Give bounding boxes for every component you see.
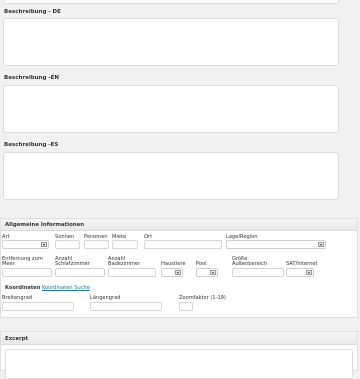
description-es-textarea[interactable]	[3, 152, 339, 200]
coordinates-label: Koordinaten	[5, 285, 41, 291]
description-de-label: Beschreibung - DE	[4, 9, 61, 15]
zoom-label: Zoomfaktor (1-19)	[179, 295, 226, 301]
general-info-panel: Allgemeine Informationen Art Sonnen Pers…	[0, 218, 358, 318]
description-en-textarea[interactable]	[3, 85, 339, 133]
pool-select[interactable]	[196, 268, 218, 277]
lage-select[interactable]	[226, 240, 326, 249]
haustiere-select[interactable]	[161, 268, 183, 277]
badezimmer-input[interactable]	[108, 268, 156, 277]
excerpt-panel: Excerpt	[0, 331, 358, 379]
pool-label: Pool	[196, 261, 207, 267]
chevron-down-icon	[306, 270, 312, 275]
schlafzimmer-input[interactable]	[55, 268, 105, 277]
excerpt-textarea[interactable]	[5, 349, 353, 379]
chevron-down-icon	[318, 242, 324, 247]
groesse-input[interactable]	[232, 268, 284, 277]
excerpt-title: Excerpt	[5, 336, 29, 342]
ort-input[interactable]	[144, 240, 222, 249]
schlafzimmer-label: Anzahl Schlafzimmer	[55, 256, 90, 268]
laengengrad-label: Längengrad	[90, 295, 121, 301]
coordinates-heading: Koordinaten Koordinaten Suche	[5, 285, 90, 291]
chevron-down-icon	[175, 270, 181, 275]
art-select[interactable]	[2, 240, 49, 249]
sonnen-input[interactable]	[55, 240, 80, 249]
breitengrad-input[interactable]	[2, 302, 74, 311]
general-info-panel-header[interactable]: Allgemeine Informationen	[1, 219, 357, 231]
chevron-down-icon	[210, 270, 216, 275]
description-de-textarea[interactable]	[3, 18, 339, 66]
description-top-partial-textarea[interactable]	[3, 0, 339, 4]
general-info-title: Allgemeine Informationen	[5, 222, 85, 228]
description-es-label: Beschreibung -ES	[4, 142, 59, 148]
entfernung-label: Entfernung zum Meer	[2, 256, 43, 268]
chevron-down-icon	[41, 242, 47, 247]
excerpt-panel-header[interactable]: Excerpt	[1, 332, 357, 345]
sat-label: SAT/Internet	[286, 261, 318, 267]
description-en-label: Beschreibung -EN	[4, 75, 59, 81]
haustiere-label: Haustiere	[161, 261, 186, 267]
laengengrad-input[interactable]	[90, 302, 162, 311]
groesse-label: Größe Außenbereich	[232, 256, 268, 268]
personen-input[interactable]	[84, 240, 109, 249]
sat-select[interactable]	[286, 268, 314, 277]
entfernung-input[interactable]	[2, 268, 52, 277]
miete-input[interactable]	[112, 240, 138, 249]
badezimmer-label: Anzahl Badezimmer	[108, 256, 141, 268]
zoom-input[interactable]	[179, 302, 193, 311]
coordinates-search-link[interactable]: Koordinaten Suche	[42, 285, 90, 291]
breitengrad-label: Breitengrad	[2, 295, 33, 301]
